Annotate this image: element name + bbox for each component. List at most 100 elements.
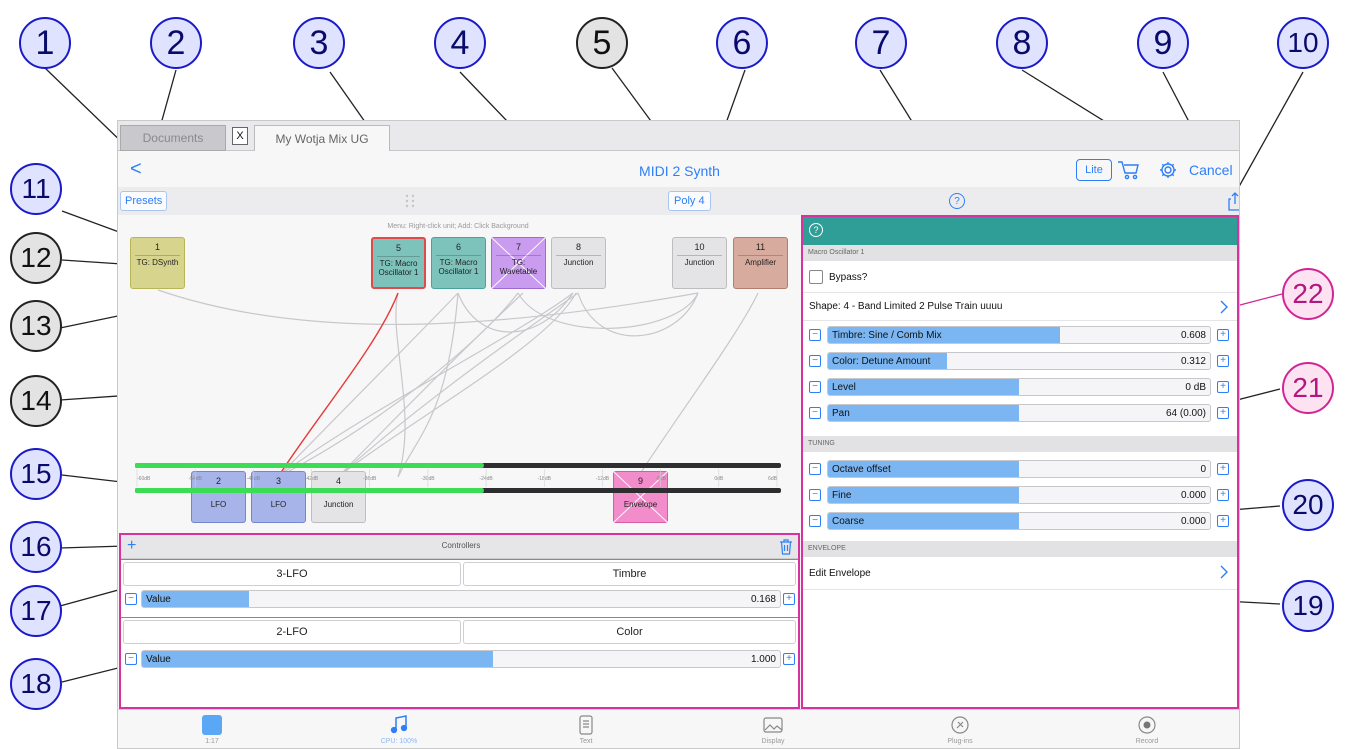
document-icon — [526, 714, 646, 736]
param-slider[interactable]: Color: Detune Amount 0.312 — [827, 352, 1211, 370]
lite-button[interactable]: Lite — [1076, 159, 1112, 181]
callout-14: 14 — [10, 375, 62, 427]
callout-19: 19 — [1282, 580, 1334, 632]
help-icon[interactable]: ? — [949, 193, 965, 209]
meter-tick-label: -42dB — [305, 476, 319, 482]
decrement-button[interactable]: − — [809, 329, 821, 341]
controller-value-slider[interactable]: Value 1.000 — [141, 650, 781, 668]
param-value: 0.608 — [1180, 330, 1206, 341]
share-icon[interactable] — [1228, 191, 1239, 211]
unit-label: TG: Macro Oscillator 1 — [378, 259, 419, 277]
increment-button[interactable]: + — [1217, 329, 1229, 341]
tab-display[interactable]: Display — [713, 714, 833, 745]
bypass-checkbox[interactable] — [809, 270, 823, 284]
unit-7-wavetable[interactable]: 7 TG: Wavetable — [491, 237, 546, 289]
unit-6-macro-oscillator[interactable]: 6 TG: Macro Oscillator 1 — [431, 237, 486, 289]
controller-source-button[interactable]: 2-LFO — [123, 620, 461, 644]
decrement-button[interactable]: − — [809, 381, 821, 393]
tab-label: Plug-ins — [947, 738, 973, 745]
controller-source-button[interactable]: 3-LFO — [123, 562, 461, 586]
unit-label: TG: DSynth — [136, 258, 179, 267]
unit-number: 6 — [455, 242, 461, 252]
param-slider[interactable]: Level 0 dB — [827, 378, 1211, 396]
add-controller-button[interactable]: + — [127, 537, 136, 555]
decrement-button[interactable]: − — [125, 653, 137, 665]
callout-6: 6 — [716, 17, 768, 69]
unit-8-junction[interactable]: 8 Junction — [551, 237, 606, 289]
increment-button[interactable]: + — [1217, 407, 1229, 419]
tab-cpu[interactable]: CPU: 100% — [339, 714, 459, 745]
plug-icon — [900, 714, 1020, 736]
edit-envelope-row[interactable]: Edit Envelope — [809, 568, 871, 579]
unit-number: 7 — [515, 242, 521, 252]
envelope-section-header: ENVELOPE — [803, 541, 1237, 557]
decrement-button[interactable]: − — [809, 489, 821, 501]
controllers-header: + Controllers — [121, 535, 798, 559]
drag-handle-icon[interactable] — [403, 193, 417, 209]
callout-1: 1 — [19, 17, 71, 69]
param-label: Octave offset — [832, 464, 891, 475]
increment-button[interactable]: + — [1217, 515, 1229, 527]
toolbar: Presets Poly 4 ? — [118, 187, 1239, 215]
poly-button[interactable]: Poly 4 — [668, 191, 711, 211]
help-icon[interactable]: ? — [809, 223, 823, 237]
tab-documents[interactable]: Documents — [120, 125, 226, 151]
back-button[interactable]: < — [130, 159, 142, 179]
navigation-bar: < MIDI 2 Synth Lite Cancel — [118, 151, 1239, 187]
cart-icon[interactable] — [1117, 159, 1141, 181]
tab-text[interactable]: Text — [526, 714, 646, 745]
trash-icon[interactable] — [779, 539, 793, 555]
patch-graph[interactable]: Menu: Right-click unit; Add: Click Backg… — [118, 215, 800, 535]
tuning-section-header: TUNING — [803, 436, 1237, 452]
increment-button[interactable]: + — [783, 593, 795, 605]
shape-selector[interactable]: Shape: 4 - Band Limited 2 Pulse Train uu… — [809, 301, 1002, 312]
callout-10: 10 — [1277, 17, 1329, 69]
increment-button[interactable]: + — [1217, 381, 1229, 393]
music-note-icon — [339, 714, 459, 736]
tab-time[interactable]: 1:17 — [152, 714, 272, 745]
close-tab-button[interactable]: X — [232, 127, 248, 145]
tab-plugins[interactable]: Plug-ins — [900, 714, 1020, 745]
decrement-button[interactable]: − — [125, 593, 137, 605]
presets-button[interactable]: Presets — [120, 191, 168, 211]
decrement-button[interactable]: − — [809, 515, 821, 527]
meter-tick-label: 6dB — [768, 476, 778, 482]
tab-record[interactable]: Record — [1087, 714, 1207, 745]
param-slider[interactable]: Fine 0.000 — [827, 486, 1211, 504]
unit-5-macro-oscillator[interactable]: 5 TG: Macro Oscillator 1 — [371, 237, 426, 289]
gear-icon[interactable] — [1158, 160, 1178, 180]
callout-9: 9 — [1137, 17, 1189, 69]
param-row: − Level 0 dB + — [803, 375, 1237, 401]
chevron-right-icon[interactable] — [1219, 299, 1229, 315]
param-slider[interactable]: Pan 64 (0.00) — [827, 404, 1211, 422]
cancel-button[interactable]: Cancel — [1189, 162, 1233, 178]
param-value: 0 — [1200, 464, 1206, 475]
increment-button[interactable]: + — [783, 653, 795, 665]
param-slider[interactable]: Octave offset 0 — [827, 460, 1211, 478]
unit-10-junction[interactable]: 10 Junction — [672, 237, 727, 289]
unit-inspector-panel: ? Macro Oscillator 1 Bypass? Shape: 4 - … — [801, 215, 1239, 709]
controller-value-slider[interactable]: Value 0.168 — [141, 590, 781, 608]
controller-target-button[interactable]: Timbre — [463, 562, 796, 586]
unit-label: Amplifier — [744, 258, 777, 267]
app-window: Documents X My Wotja Mix UG < MIDI 2 Syn… — [117, 120, 1240, 749]
controller-target-button[interactable]: Color — [463, 620, 796, 644]
unit-11-amplifier[interactable]: 11 Amplifier — [733, 237, 788, 289]
controllers-panel: + Controllers 3-LFO Timbre − Value 0.168… — [119, 533, 800, 709]
callout-11: 11 — [10, 163, 62, 215]
graph-hint-text: Menu: Right-click unit; Add: Click Backg… — [387, 223, 529, 230]
decrement-button[interactable]: − — [809, 355, 821, 367]
tab-my-wotja-mix[interactable]: My Wotja Mix UG — [254, 125, 390, 151]
param-slider[interactable]: Timbre: Sine / Comb Mix 0.608 — [827, 326, 1211, 344]
meter-tick-label: -12dB — [596, 476, 610, 482]
increment-button[interactable]: + — [1217, 489, 1229, 501]
unit-1-dsynth[interactable]: 1 TG: DSynth — [130, 237, 185, 289]
chevron-right-icon[interactable] — [1219, 564, 1229, 580]
decrement-button[interactable]: − — [809, 463, 821, 475]
param-label: Timbre: Sine / Comb Mix — [832, 330, 942, 341]
increment-button[interactable]: + — [1217, 355, 1229, 367]
increment-button[interactable]: + — [1217, 463, 1229, 475]
param-slider[interactable]: Coarse 0.000 — [827, 512, 1211, 530]
tab-label: 1:17 — [205, 738, 219, 745]
decrement-button[interactable]: − — [809, 407, 821, 419]
